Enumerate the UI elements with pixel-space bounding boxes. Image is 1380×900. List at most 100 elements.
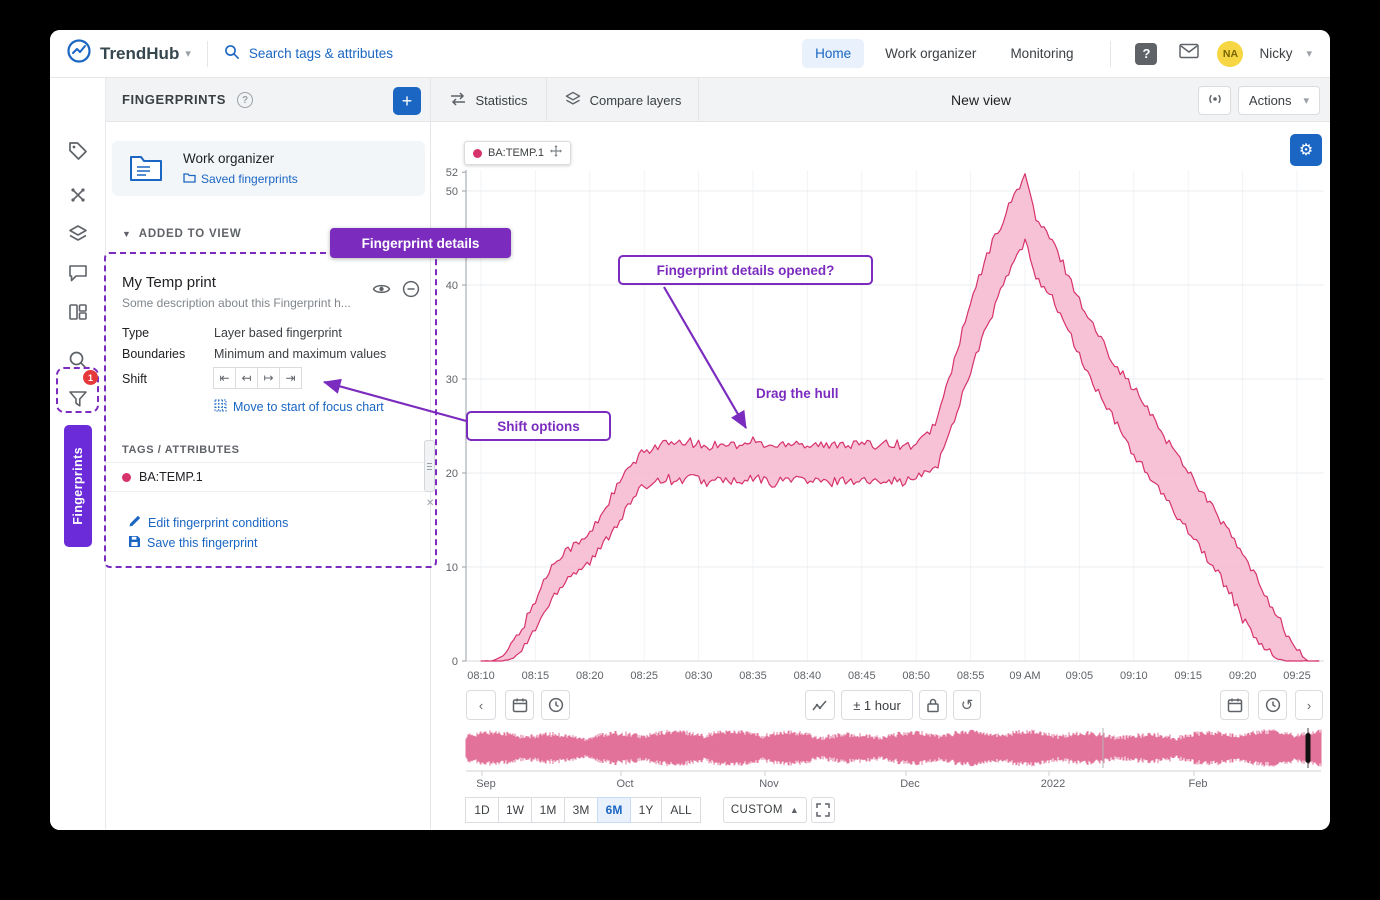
statistics-tab[interactable]: Statistics — [431, 78, 547, 122]
view-toolbar: Statistics Compare layers New view Actio… — [431, 78, 1330, 122]
user-name[interactable]: Nicky — [1259, 46, 1292, 61]
visibility-eye-icon[interactable] — [372, 282, 391, 301]
preset-1w[interactable]: 1W — [498, 797, 532, 823]
end-time-button[interactable] — [1258, 690, 1287, 720]
avatar[interactable]: NA — [1217, 41, 1243, 67]
panel-help-icon[interactable]: ? — [237, 92, 253, 108]
brand-chevron-down-icon[interactable]: ▾ — [185, 47, 191, 60]
broadcast-button[interactable] — [1198, 86, 1231, 115]
svg-text:09 AM: 09 AM — [1009, 670, 1040, 682]
time-range-button[interactable]: ± 1 hour — [841, 690, 913, 720]
svg-text:30: 30 — [446, 374, 458, 386]
lock-range-button[interactable] — [919, 690, 947, 720]
svg-text:0: 0 — [452, 656, 458, 668]
end-calendar-button[interactable] — [1220, 690, 1249, 720]
pan-left-button[interactable]: ‹ — [466, 690, 496, 720]
series-color-dot — [122, 473, 131, 482]
shift-far-left-button[interactable]: ⇤ — [213, 367, 236, 389]
svg-text:50: 50 — [446, 186, 458, 198]
tag-name: BA:TEMP.1 — [139, 470, 203, 484]
divider — [1110, 41, 1111, 67]
svg-text:09:15: 09:15 — [1174, 670, 1202, 682]
svg-text:09:10: 09:10 — [1120, 670, 1148, 682]
tag-row[interactable]: BA:TEMP.1 — [106, 462, 431, 492]
svg-text:10: 10 — [446, 562, 458, 574]
tab-work-organizer[interactable]: Work organizer — [872, 39, 989, 68]
preset-1y[interactable]: 1Y — [630, 797, 662, 823]
actions-button[interactable]: Actions ▾ — [1238, 86, 1320, 115]
panel-resize-handle[interactable] — [424, 440, 435, 492]
search-input[interactable]: Search tags & attributes — [224, 44, 802, 63]
fingerprint-name: My Temp print — [122, 274, 216, 291]
svg-text:08:50: 08:50 — [902, 670, 930, 682]
panel-title: FINGERPRINTS — [122, 92, 226, 107]
shift-far-right-button[interactable]: ⇥ — [279, 367, 302, 389]
svg-text:2022: 2022 — [1041, 778, 1065, 790]
svg-text:Oct: Oct — [616, 778, 633, 790]
dashboard-rail-icon[interactable] — [66, 300, 90, 324]
svg-text:40: 40 — [446, 280, 458, 292]
remove-minus-circle-icon[interactable] — [402, 280, 420, 303]
compare-layers-tab[interactable]: Compare layers — [547, 78, 699, 122]
svg-text:09:25: 09:25 — [1283, 670, 1311, 682]
settings-gear-icon[interactable]: ⚙ — [66, 826, 90, 830]
fingerprints-panel-ribbon[interactable]: Fingerprints — [64, 425, 92, 547]
shift-right-button[interactable]: ↦ — [257, 367, 280, 389]
edit-conditions-link[interactable]: Edit fingerprint conditions — [128, 514, 288, 531]
saved-fingerprints-link[interactable]: Saved fingerprints — [183, 172, 298, 186]
svg-text:08:15: 08:15 — [522, 670, 550, 682]
custom-range-button[interactable]: CUSTOM ▲ — [723, 797, 807, 823]
panel-close-icon[interactable]: ✕ — [426, 498, 434, 509]
move-to-start-link[interactable]: Move to start of focus chart — [214, 399, 384, 415]
add-fingerprint-button[interactable]: + — [393, 87, 421, 115]
series-legend-chip[interactable]: BA:TEMP.1 — [464, 141, 571, 165]
fingerprints-panel: FINGERPRINTS ? + Work organizer Saved fi… — [106, 78, 431, 830]
user-chevron-down-icon[interactable]: ▾ — [1306, 47, 1312, 60]
chart-type-button[interactable] — [805, 690, 835, 720]
chart-settings-gear-button[interactable]: ⚙ — [1290, 134, 1322, 166]
svg-text:08:35: 08:35 — [739, 670, 767, 682]
series-color-dot — [473, 149, 482, 158]
preset-6m[interactable]: 6M — [597, 797, 631, 823]
series-legend-label: BA:TEMP.1 — [488, 147, 544, 159]
svg-text:08:10: 08:10 — [467, 670, 495, 682]
history-undo-button[interactable]: ↺ — [953, 690, 981, 720]
svg-text:09:05: 09:05 — [1066, 670, 1094, 682]
type-label: Type — [122, 326, 149, 340]
help-button[interactable]: ? — [1135, 43, 1157, 65]
svg-text:Feb: Feb — [1189, 778, 1208, 790]
svg-text:08:30: 08:30 — [685, 670, 713, 682]
context-items-icon[interactable] — [66, 183, 90, 207]
comments-rail-icon[interactable] — [66, 261, 90, 285]
top-nav: Home Work organizer Monitoring ? NA Nick… — [802, 39, 1312, 68]
expand-context-button[interactable] — [811, 797, 835, 823]
layers-rail-icon[interactable] — [66, 222, 90, 246]
save-fingerprint-link[interactable]: Save this fingerprint — [128, 535, 257, 551]
top-bar: TrendHub ▾ Search tags & attributes Home… — [50, 30, 1330, 78]
tab-home[interactable]: Home — [802, 39, 864, 68]
compare-layers-icon — [564, 90, 582, 111]
tab-monitoring[interactable]: Monitoring — [997, 39, 1086, 68]
pan-right-button[interactable]: › — [1295, 690, 1323, 720]
svg-text:08:55: 08:55 — [957, 670, 985, 682]
shift-left-button[interactable]: ↤ — [235, 367, 258, 389]
messages-button[interactable] — [1179, 43, 1199, 64]
svg-text:52: 52 — [446, 167, 458, 179]
search-placeholder: Search tags & attributes — [249, 46, 393, 61]
start-calendar-button[interactable] — [505, 690, 534, 720]
start-time-button[interactable] — [541, 690, 570, 720]
fingerprint-details-callout: Fingerprint details — [330, 228, 511, 258]
svg-text:Nov: Nov — [759, 778, 779, 790]
preset-1d[interactable]: 1D — [465, 797, 499, 823]
added-to-view-section[interactable]: ▼ ADDED TO VIEW — [122, 228, 242, 240]
work-organizer-card[interactable]: Work organizer Saved fingerprints — [112, 141, 425, 196]
statistics-icon — [449, 92, 467, 109]
app-window: TrendHub ▾ Search tags & attributes Home… — [50, 30, 1330, 830]
preset-1m[interactable]: 1M — [531, 797, 565, 823]
preset-3m[interactable]: 3M — [564, 797, 598, 823]
folder-icon — [128, 152, 164, 190]
trendhub-logo-icon[interactable] — [66, 38, 92, 69]
preset-all[interactable]: ALL — [661, 797, 701, 823]
tags-rail-icon[interactable] — [66, 139, 90, 163]
move-handle-icon[interactable] — [550, 144, 562, 162]
